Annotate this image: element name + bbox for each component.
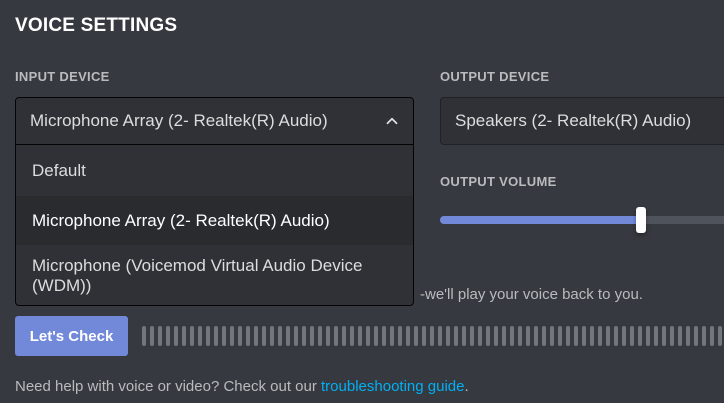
mic-level-bar — [390, 326, 394, 346]
mic-level-bar — [462, 326, 466, 346]
mic-level-bar — [278, 326, 282, 346]
mic-level-bar — [494, 326, 498, 346]
mic-level-bar — [430, 326, 434, 346]
mic-level-bar — [622, 326, 626, 346]
mic-level-bar — [638, 326, 642, 346]
mic-level-bar — [526, 326, 530, 346]
mic-level-bar — [310, 326, 314, 346]
mic-level-bar — [422, 326, 426, 346]
mic-level-bar — [446, 326, 450, 346]
mic-level-bar — [574, 326, 578, 346]
mic-level-bar — [286, 326, 290, 346]
mic-level-bar — [614, 326, 618, 346]
mic-level-bar — [358, 326, 362, 346]
mic-level-bar — [350, 326, 354, 346]
mic-level-bar — [246, 326, 250, 346]
section-title: VOICE SETTINGS — [15, 15, 178, 36]
input-device-selected-value: Microphone Array (2- Realtek(R) Audio) — [30, 111, 328, 130]
output-volume-fill — [440, 216, 641, 224]
mic-level-bar — [590, 326, 594, 346]
mic-level-bar — [606, 326, 610, 346]
mic-level-bar — [534, 326, 538, 346]
mic-level-bar — [190, 326, 194, 346]
mic-level-bar — [270, 326, 274, 346]
output-volume-label: OUTPUT VOLUME — [440, 174, 557, 189]
dropdown-option-voicemod[interactable]: Microphone (Voicemod Virtual Audio Devic… — [16, 245, 413, 305]
mic-level-bar — [174, 326, 178, 346]
mic-level-bar — [150, 326, 154, 346]
mic-level-bar — [582, 326, 586, 346]
mic-level-bar — [182, 326, 186, 346]
mic-level-bar — [342, 326, 346, 346]
mic-level-bar — [206, 326, 210, 346]
mic-level-bar — [646, 326, 650, 346]
input-device-label: INPUT DEVICE — [15, 69, 110, 84]
help-text-suffix: . — [464, 378, 469, 395]
mic-level-bar — [558, 326, 562, 346]
mic-level-bar — [550, 326, 554, 346]
output-volume-slider[interactable] — [440, 207, 724, 233]
mic-level-bar — [294, 326, 298, 346]
mic-level-bar — [366, 326, 370, 346]
mic-level-bar — [158, 326, 162, 346]
mic-level-bar — [230, 326, 234, 346]
mic-level-bar — [262, 326, 266, 346]
output-device-label: OUTPUT DEVICE — [440, 69, 550, 84]
chevron-up-icon — [386, 117, 398, 125]
troubleshooting-guide-link[interactable]: troubleshooting guide — [321, 378, 464, 395]
mic-level-bar — [438, 326, 442, 346]
mic-level-bar — [542, 326, 546, 346]
mic-level-bar — [566, 326, 570, 346]
mic-level-bar — [302, 326, 306, 346]
mic-level-bar — [254, 326, 258, 346]
output-volume-handle[interactable] — [636, 207, 646, 233]
mic-level-bar — [414, 326, 418, 346]
output-device-selected-value: Speakers (2- Realtek(R) Audio) — [455, 111, 692, 130]
mic-level-bar — [478, 326, 482, 346]
mic-level-bar — [486, 326, 490, 346]
dropdown-option-default[interactable]: Default — [16, 145, 413, 196]
help-text-prefix: Need help with voice or video? Check out… — [15, 378, 322, 395]
mic-level-bar — [166, 326, 170, 346]
input-device-select[interactable]: Microphone Array (2- Realtek(R) Audio) — [15, 97, 414, 145]
mic-level-bar — [454, 326, 458, 346]
mic-level-meter — [142, 326, 724, 346]
mic-level-bar — [382, 326, 386, 346]
mic-level-bar — [662, 326, 666, 346]
mic-level-bar — [510, 326, 514, 346]
mic-level-bar — [670, 326, 674, 346]
dropdown-option-microphone-array[interactable]: Microphone Array (2- Realtek(R) Audio) — [16, 196, 413, 245]
mic-test-description: -we'll play your voice back to you. — [420, 286, 643, 303]
mic-level-bar — [470, 326, 474, 346]
mic-level-bar — [198, 326, 202, 346]
mic-level-bar — [678, 326, 682, 346]
mic-level-bar — [502, 326, 506, 346]
mic-level-bar — [630, 326, 634, 346]
mic-level-bar — [214, 326, 218, 346]
mic-level-bar — [710, 326, 714, 346]
mic-level-bar — [406, 326, 410, 346]
mic-level-bar — [702, 326, 706, 346]
lets-check-button[interactable]: Let's Check — [15, 316, 128, 356]
mic-level-bar — [398, 326, 402, 346]
mic-level-bar — [326, 326, 330, 346]
mic-level-bar — [598, 326, 602, 346]
mic-level-bar — [718, 326, 722, 346]
mic-level-bar — [238, 326, 242, 346]
mic-level-bar — [694, 326, 698, 346]
voice-settings-page: VOICE SETTINGS INPUT DEVICE OUTPUT DEVIC… — [0, 0, 724, 403]
mic-level-bar — [374, 326, 378, 346]
mic-level-bar — [518, 326, 522, 346]
help-text: Need help with voice or video? Check out… — [15, 378, 469, 395]
mic-level-bar — [142, 326, 146, 346]
mic-level-bar — [654, 326, 658, 346]
mic-level-bar — [334, 326, 338, 346]
mic-level-bar — [686, 326, 690, 346]
input-device-dropdown: Default Microphone Array (2- Realtek(R) … — [15, 145, 414, 306]
mic-level-bar — [222, 326, 226, 346]
output-device-select[interactable]: Speakers (2- Realtek(R) Audio) — [440, 97, 724, 145]
mic-level-bar — [318, 326, 322, 346]
